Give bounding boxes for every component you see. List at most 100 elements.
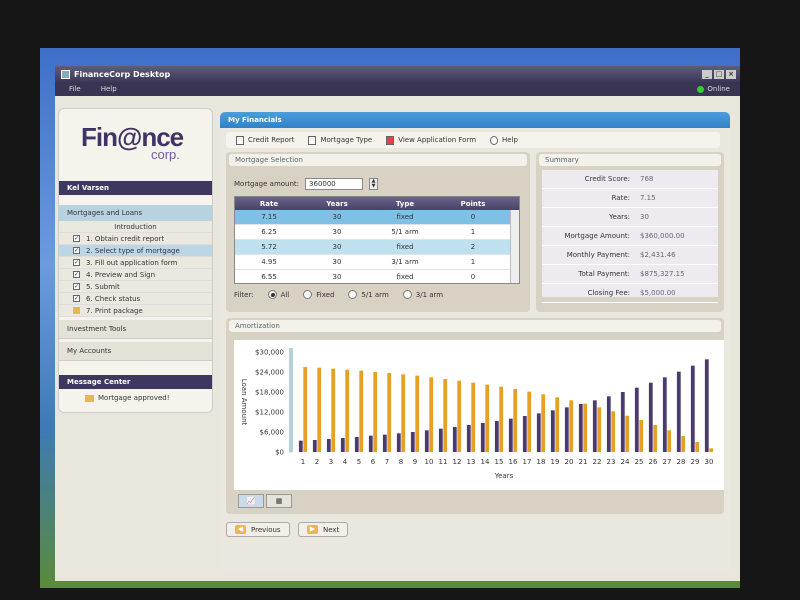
amount-stepper[interactable]: ▲ ▼ xyxy=(369,178,379,190)
col-header-points[interactable]: Points xyxy=(439,200,507,208)
radio-icon[interactable] xyxy=(402,290,412,299)
table-scrollbar[interactable] xyxy=(510,210,519,283)
principal-bar xyxy=(466,425,471,452)
cell-type: fixed xyxy=(396,243,414,251)
desktop-screen: FinanceCorp Desktop _ □ × File Help Onli… xyxy=(40,48,740,588)
col-header-rate[interactable]: Rate xyxy=(235,200,303,208)
view-application-button[interactable]: View Application Form xyxy=(386,135,476,145)
interest-bar xyxy=(653,425,658,452)
x-tick-label: 23 xyxy=(607,458,616,466)
step-2[interactable]: ✓ 2. Select type of mortgage xyxy=(59,245,212,257)
x-tick-label: 12 xyxy=(453,458,462,466)
cell-rate: 4.95 xyxy=(261,258,277,266)
cell-years: 30 xyxy=(332,228,342,236)
envelope-icon xyxy=(85,394,94,402)
x-tick-label: 21 xyxy=(579,458,588,466)
user-name: Kel Varsen xyxy=(59,181,212,195)
interest-bar xyxy=(359,370,364,452)
filter-5-1-arm[interactable]: 5/1 arm xyxy=(348,290,389,299)
menu-file[interactable]: File xyxy=(69,85,81,93)
col-header-years[interactable]: Years xyxy=(303,200,371,208)
checkbox-icon[interactable]: ✓ xyxy=(73,235,80,242)
interest-bar xyxy=(373,372,378,452)
step-5[interactable]: ✓ 5. Submit xyxy=(59,281,212,293)
step-4[interactable]: ✓ 4. Preview and Sign xyxy=(59,269,212,281)
radio-icon[interactable] xyxy=(348,290,358,299)
principal-bar xyxy=(522,416,527,452)
previous-button[interactable]: ◀ Previous xyxy=(226,522,290,537)
help-button[interactable]: Help xyxy=(490,135,518,145)
message-item[interactable]: Mortgage approved! xyxy=(59,389,212,402)
interest-bar xyxy=(485,384,490,452)
y-tick-label: $12,000 xyxy=(255,409,284,417)
close-button[interactable]: × xyxy=(726,69,736,79)
principal-bar xyxy=(536,413,541,452)
section-my-accounts[interactable]: My Accounts xyxy=(59,342,212,361)
filter-fixed-label: Fixed xyxy=(316,290,335,299)
amortization-title: Amortization xyxy=(229,320,721,332)
filter-all[interactable]: All xyxy=(267,290,290,299)
principal-bar xyxy=(424,430,429,452)
interest-bar xyxy=(695,442,700,452)
section-mortgages[interactable]: Mortgages and Loans xyxy=(59,205,212,221)
table-row[interactable]: 6.55 30 fixed 0 xyxy=(235,270,519,283)
chart-view-button[interactable]: 📈 xyxy=(238,494,264,508)
logo: Fin@nce corp. xyxy=(59,109,212,175)
maximize-button[interactable]: □ xyxy=(714,69,724,79)
radio-icon[interactable] xyxy=(267,290,277,299)
online-indicator-icon xyxy=(697,85,705,93)
filter-row: Filter: All Fixed 5/1 arm 3/1 arm xyxy=(234,290,443,299)
step-label: 4. Preview and Sign xyxy=(86,270,156,279)
cell-years: 30 xyxy=(332,258,342,266)
y-axis-band xyxy=(289,348,293,452)
cell-rate: 6.25 xyxy=(261,228,277,236)
filter-all-label: All xyxy=(280,290,290,299)
pdf-icon xyxy=(386,135,395,145)
summary-value: $875,327.15 xyxy=(640,270,685,278)
y-tick-label: $0 xyxy=(275,449,284,457)
logo-line2: corp. xyxy=(151,147,180,162)
checkbox-icon[interactable]: ✓ xyxy=(73,271,80,278)
step-introduction[interactable]: Introduction xyxy=(59,221,212,233)
online-status: Online xyxy=(697,85,730,93)
mortgage-amount-row: Mortgage amount: 360000 ▲ ▼ xyxy=(234,178,379,190)
cell-points: 1 xyxy=(470,228,476,236)
step-7[interactable]: 7. Print package xyxy=(59,305,212,317)
y-tick-label: $18,000 xyxy=(255,389,284,397)
checkbox-icon[interactable]: ✓ xyxy=(73,259,80,266)
col-header-type[interactable]: Type xyxy=(371,200,439,208)
credit-report-button[interactable]: Credit Report xyxy=(236,135,294,145)
main-header: My Financials xyxy=(220,112,730,128)
step-1[interactable]: ✓ 1. Obtain credit report xyxy=(59,233,212,245)
step-3[interactable]: ✓ 3. Fill out application form xyxy=(59,257,212,269)
summary-label: Mortgage Amount: xyxy=(564,232,630,240)
x-tick-label: 2 xyxy=(315,458,319,466)
filter-fixed[interactable]: Fixed xyxy=(303,290,334,299)
mortgage-type-button[interactable]: Mortgage Type xyxy=(308,135,372,145)
checkbox-icon[interactable]: ✓ xyxy=(73,295,80,302)
checkbox-icon[interactable]: ✓ xyxy=(73,283,80,290)
x-tick-label: 8 xyxy=(399,458,403,466)
next-button[interactable]: ▶ Next xyxy=(298,522,349,537)
mortgage-amount-input[interactable]: 360000 xyxy=(305,178,364,190)
menu-bar: File Help Online xyxy=(55,82,740,96)
table-row[interactable]: 6.25 30 5/1 arm 1 xyxy=(235,225,519,240)
table-view-button[interactable]: ▦ xyxy=(266,494,292,508)
step-label: 3. Fill out application form xyxy=(86,258,178,267)
y-tick-label: $6,000 xyxy=(260,429,285,437)
interest-bar xyxy=(625,415,630,452)
menu-help[interactable]: Help xyxy=(101,85,117,93)
table-row[interactable]: 5.72 30 fixed 2 xyxy=(235,240,519,255)
filter-3-1-arm[interactable]: 3/1 arm xyxy=(402,290,443,299)
principal-bar xyxy=(620,392,625,452)
interest-bar xyxy=(457,380,462,452)
section-investment-tools[interactable]: Investment Tools xyxy=(59,320,212,339)
table-row[interactable]: 4.95 30 3/1 arm 1 xyxy=(235,255,519,270)
radio-icon[interactable] xyxy=(303,290,313,299)
table-row[interactable]: 7.15 30 fixed 0 xyxy=(235,210,519,225)
minimize-button[interactable]: _ xyxy=(702,69,712,79)
x-tick-label: 13 xyxy=(467,458,476,466)
checkbox-icon[interactable]: ✓ xyxy=(73,247,80,254)
mortgage-table: Rate Years Type Points 7.15 30 fixed 0 6… xyxy=(234,196,520,284)
step-6[interactable]: ✓ 6. Check status xyxy=(59,293,212,305)
